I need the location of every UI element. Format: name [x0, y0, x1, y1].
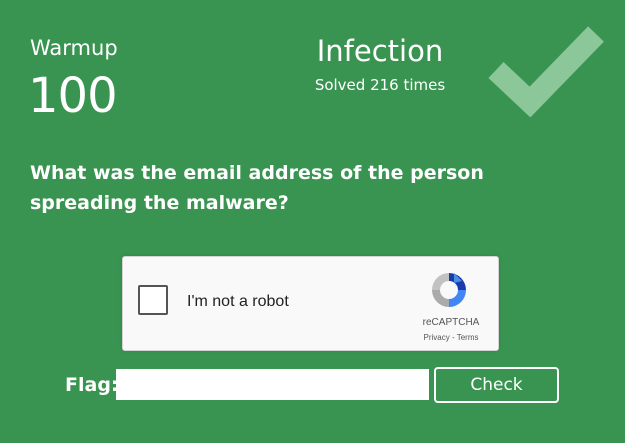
solve-count: Solved 216 times [314, 76, 446, 94]
recaptcha-links: Privacy - Terms [403, 333, 499, 342]
links-separator: - [449, 333, 457, 342]
terms-link[interactable]: Terms [457, 333, 479, 342]
privacy-link[interactable]: Privacy [424, 333, 450, 342]
recaptcha-label: I'm not a robot [187, 293, 289, 310]
recaptcha-logo-icon [432, 273, 466, 307]
challenge-card: Warmup 100 Infection Solved 216 times Wh… [0, 0, 625, 443]
check-button[interactable]: Check [434, 367, 559, 403]
challenge-question: What was the email address of the person… [30, 162, 484, 214]
recaptcha-widget: I'm not a robot reCAPTCHA Privacy - Term… [122, 256, 499, 351]
check-icon [488, 26, 604, 117]
recaptcha-brand: reCAPTCHA [422, 317, 480, 328]
flag-label: Flag: [65, 374, 119, 396]
recaptcha-checkbox[interactable] [138, 285, 168, 315]
challenge-title: Infection [316, 34, 444, 68]
challenge-points: 100 [28, 68, 118, 124]
flag-input[interactable] [116, 369, 429, 400]
challenge-category: Warmup [30, 36, 118, 60]
